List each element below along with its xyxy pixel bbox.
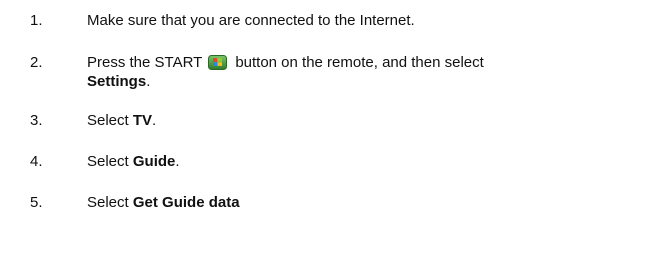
step-number: 2. bbox=[30, 54, 43, 71]
get-guide-data-label: Get Guide data bbox=[132, 194, 240, 211]
step-number: 5. bbox=[30, 194, 43, 211]
step-4-text: Select bbox=[87, 153, 129, 170]
step-text: Select TV. bbox=[87, 111, 557, 130]
step-4-text-end: . bbox=[175, 153, 180, 170]
step-2-text-end: . bbox=[146, 73, 151, 90]
step-2-text-after: button on the remote, and then select bbox=[235, 54, 484, 71]
step-4-line: Select Guide. bbox=[87, 152, 557, 171]
step-text: Select Get Guide data bbox=[87, 193, 557, 212]
step-5-text: Select bbox=[87, 194, 129, 211]
tv-label: TV bbox=[132, 112, 153, 129]
step-3-text: Select bbox=[87, 112, 129, 129]
step-text: Press the START button on the remote, an… bbox=[87, 53, 557, 91]
step-text: Make sure that you are connected to the … bbox=[87, 11, 557, 30]
step-2-line-1: Press the START button on the remote, an… bbox=[87, 53, 557, 72]
step-3-line: Select TV. bbox=[87, 111, 557, 130]
step-1-text: Make sure that you are connected to the … bbox=[87, 12, 415, 29]
step-3-text-end: . bbox=[152, 112, 157, 129]
settings-label: Settings bbox=[87, 73, 147, 90]
step-5-line: Select Get Guide data bbox=[87, 193, 557, 212]
step-number: 3. bbox=[30, 112, 43, 129]
windows-start-icon bbox=[208, 55, 228, 70]
step-number: 4. bbox=[30, 153, 43, 170]
guide-label: Guide bbox=[132, 153, 176, 170]
instruction-list: 1. Make sure that you are connected to t… bbox=[0, 0, 650, 260]
step-2-line-2: Settings. bbox=[87, 72, 557, 91]
step-text: Select Guide. bbox=[87, 152, 557, 171]
step-number: 1. bbox=[30, 12, 43, 29]
step-2-text-before: Press the START bbox=[87, 54, 203, 71]
